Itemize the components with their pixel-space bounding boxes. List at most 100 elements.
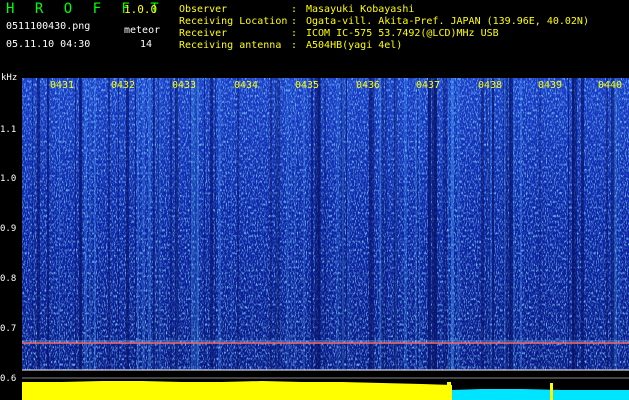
spectrogram-streak xyxy=(158,78,161,370)
receiver-key: Receiver xyxy=(179,28,228,39)
spectrogram-streak xyxy=(94,78,95,370)
x-tick-0436: 0436 xyxy=(356,80,381,91)
spectrogram-streak xyxy=(492,78,494,370)
spectrogram-streak xyxy=(32,78,33,370)
spectrogram-streak xyxy=(196,78,197,370)
x-tick-0437: 0437 xyxy=(416,80,441,91)
x-tick-0435: 0435 xyxy=(295,80,320,91)
spectrogram-streak xyxy=(574,78,577,370)
meteor-label: meteor xyxy=(124,25,161,36)
signal-level-cyan xyxy=(452,389,629,400)
spectrogram-streak xyxy=(618,78,620,370)
spectrogram-streak xyxy=(379,78,380,370)
spectrogram-streak xyxy=(611,78,614,370)
spectrogram-streak xyxy=(294,78,296,370)
spectrogram-streak xyxy=(436,78,437,370)
spectrogram-streak xyxy=(210,78,213,370)
spectrogram-streak xyxy=(434,78,436,370)
spectrogram-streak xyxy=(148,78,151,370)
x-tick-0433: 0433 xyxy=(172,80,197,91)
spectrogram-streak xyxy=(510,78,511,370)
spectrogram-streak xyxy=(486,78,487,370)
spectrogram-streak xyxy=(539,78,541,370)
spectrogram-streak xyxy=(75,78,76,370)
spectrogram-streak xyxy=(153,78,155,370)
spectrogram-streak xyxy=(142,78,145,370)
observer-sep: : xyxy=(291,4,298,15)
spectrogram-streak xyxy=(191,78,193,370)
spectrogram-streak xyxy=(428,78,431,370)
spectrogram-streak xyxy=(451,78,454,370)
spectrogram-streak xyxy=(315,78,318,370)
spectrogram-streak xyxy=(448,78,449,370)
spectrogram-streak xyxy=(342,78,344,370)
spectrogram-streak xyxy=(606,78,608,370)
location-key: Receiving Location xyxy=(179,16,288,27)
meteor-count: 14 xyxy=(140,39,153,50)
antenna-sep: : xyxy=(291,40,298,51)
x-tick-0438: 0438 xyxy=(478,80,503,91)
spectrogram-streak xyxy=(303,78,305,370)
spectrogram-streak xyxy=(135,78,136,370)
spectrogram-streak xyxy=(311,78,313,370)
spectrogram-streak xyxy=(432,78,434,370)
y-tick-1-0: 1.0 xyxy=(0,174,17,184)
spectrogram-streak xyxy=(346,78,347,370)
spectrogram-streak xyxy=(385,78,387,370)
spectrogram-streak xyxy=(380,78,382,370)
spectrogram-streak xyxy=(37,78,40,370)
header-panel: H R O F F T 1.0.0 0511100430.png meteor … xyxy=(0,0,629,78)
spectrogram-streak xyxy=(59,78,60,370)
spectrogram-streak xyxy=(404,78,407,370)
spectrogram-streak xyxy=(446,78,447,370)
signal-level-yellow xyxy=(22,381,452,400)
spectrogram-streak xyxy=(489,78,490,370)
x-tick-0440: 0440 xyxy=(598,80,623,91)
file-datetime: 05.11.10 04:30 xyxy=(6,39,91,50)
spectrogram-streak xyxy=(347,78,350,370)
spectrogram-streak xyxy=(417,78,418,370)
y-tick-0-8: 0.8 xyxy=(0,274,17,284)
spectrogram-streak xyxy=(369,78,372,370)
spectrogram-streak xyxy=(318,78,320,370)
spectrogram-streak xyxy=(291,78,292,370)
spectrogram-streak xyxy=(47,78,49,370)
signal-spike xyxy=(550,383,553,400)
spectrogram-streak xyxy=(175,78,178,370)
spectrogram-streak xyxy=(252,78,253,370)
spectrogram-streak xyxy=(572,78,574,370)
location-value: Ogata-vill. Akita-Pref. JAPAN (139.96E, … xyxy=(306,16,589,27)
spectrogram-streak xyxy=(170,78,172,370)
spectrogram-streak xyxy=(275,78,278,370)
spectrogram-streak xyxy=(324,78,326,370)
y-tick-0-7: 0.7 xyxy=(0,324,17,334)
spectrogram-streak xyxy=(190,78,191,370)
spectrogram-streak xyxy=(204,78,205,370)
spectrogram-streak xyxy=(504,78,506,370)
spectrogram-streak xyxy=(614,78,617,370)
spectrogram-streak xyxy=(568,78,569,370)
spectrogram-streak xyxy=(511,78,513,370)
spectrogram-streak xyxy=(419,78,420,370)
receiver-value: ICOM IC-575 53.7492(@LCD)MHz USB xyxy=(306,28,499,39)
spectrogram-streak xyxy=(270,78,272,370)
spectrogram-streak xyxy=(286,78,289,370)
spectrogram-streak xyxy=(513,78,515,370)
antenna-key: Receiving antenna xyxy=(179,40,282,51)
signal-spike xyxy=(447,382,451,400)
spectrogram-streak xyxy=(415,78,417,370)
spectrogram-streak xyxy=(481,78,484,370)
file-name: 0511100430.png xyxy=(6,21,91,32)
spectrogram xyxy=(22,78,629,400)
spectrogram-streak xyxy=(137,78,139,370)
y-tick-1-1: 1.1 xyxy=(0,125,17,135)
x-tick-0434: 0434 xyxy=(234,80,259,91)
x-tick-0431: 0431 xyxy=(50,80,75,91)
spectrogram-streak xyxy=(79,78,82,370)
spectrogram-streak xyxy=(278,78,280,370)
antenna-value: A504HB(yagi 4el) xyxy=(306,40,403,51)
observer-value: Masayuki Kobayashi xyxy=(306,4,415,15)
spectrogram-streak xyxy=(581,78,584,370)
location-sep: : xyxy=(291,16,298,27)
x-tick-0439: 0439 xyxy=(538,80,563,91)
